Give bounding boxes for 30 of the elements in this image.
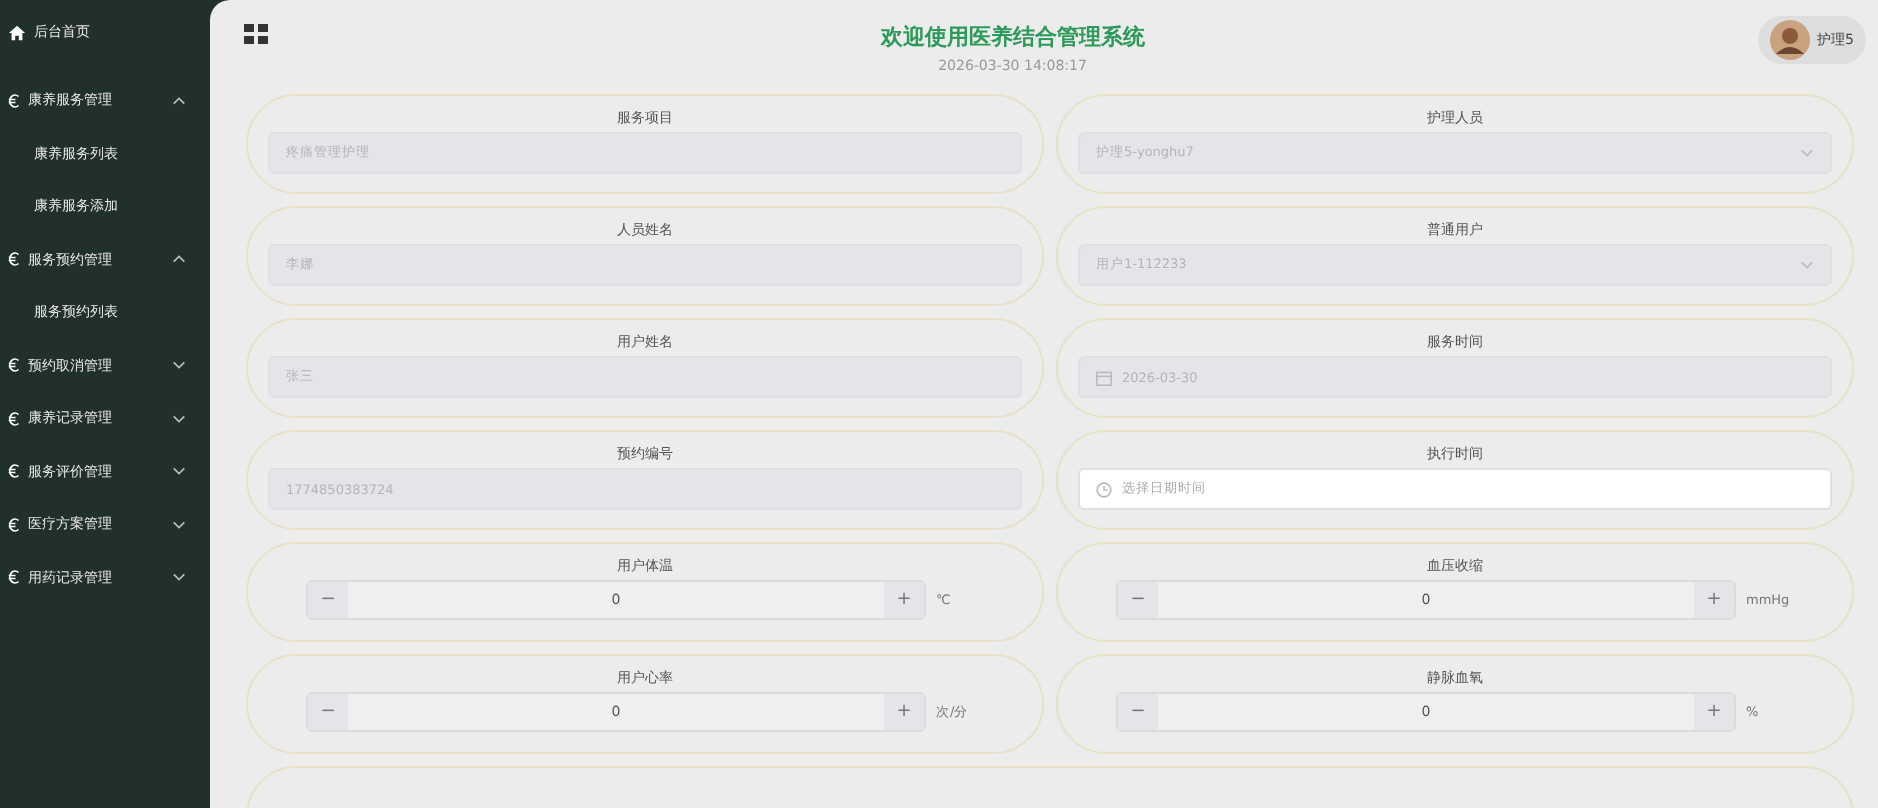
euro-icon [8,356,20,375]
avatar-icon [1769,20,1810,60]
euro-icon [8,568,20,587]
euro-icon [8,250,20,269]
decrement-button[interactable]: − [308,694,348,730]
clock-icon [1096,481,1112,497]
page-title: 欢迎使用医养结合管理系统 [878,22,1147,52]
chevron-down-icon [172,360,186,371]
decrement-button[interactable]: − [1118,694,1158,730]
chevron-down-icon [1800,148,1814,158]
chevron-down-icon [172,466,186,477]
euro-icon [8,91,20,110]
increment-button[interactable]: + [1694,582,1734,618]
euro-icon [8,462,20,481]
decrement-button[interactable]: − [308,582,348,618]
chevron-down-icon [172,572,186,583]
euro-icon [8,409,20,428]
chevron-down-icon [172,519,186,530]
increment-button[interactable]: + [1694,694,1734,730]
home-icon [8,23,26,41]
decrement-button[interactable]: − [1118,582,1158,618]
chevron-up-icon [172,254,186,265]
menu-icon[interactable] [244,24,268,44]
chevron-up-icon [172,95,186,106]
increment-button[interactable]: + [884,694,924,730]
calendar-icon [1096,369,1112,385]
chevron-down-icon [1800,260,1814,270]
chevron-down-icon [172,413,186,424]
euro-icon [8,515,20,534]
increment-button[interactable]: + [884,582,924,618]
